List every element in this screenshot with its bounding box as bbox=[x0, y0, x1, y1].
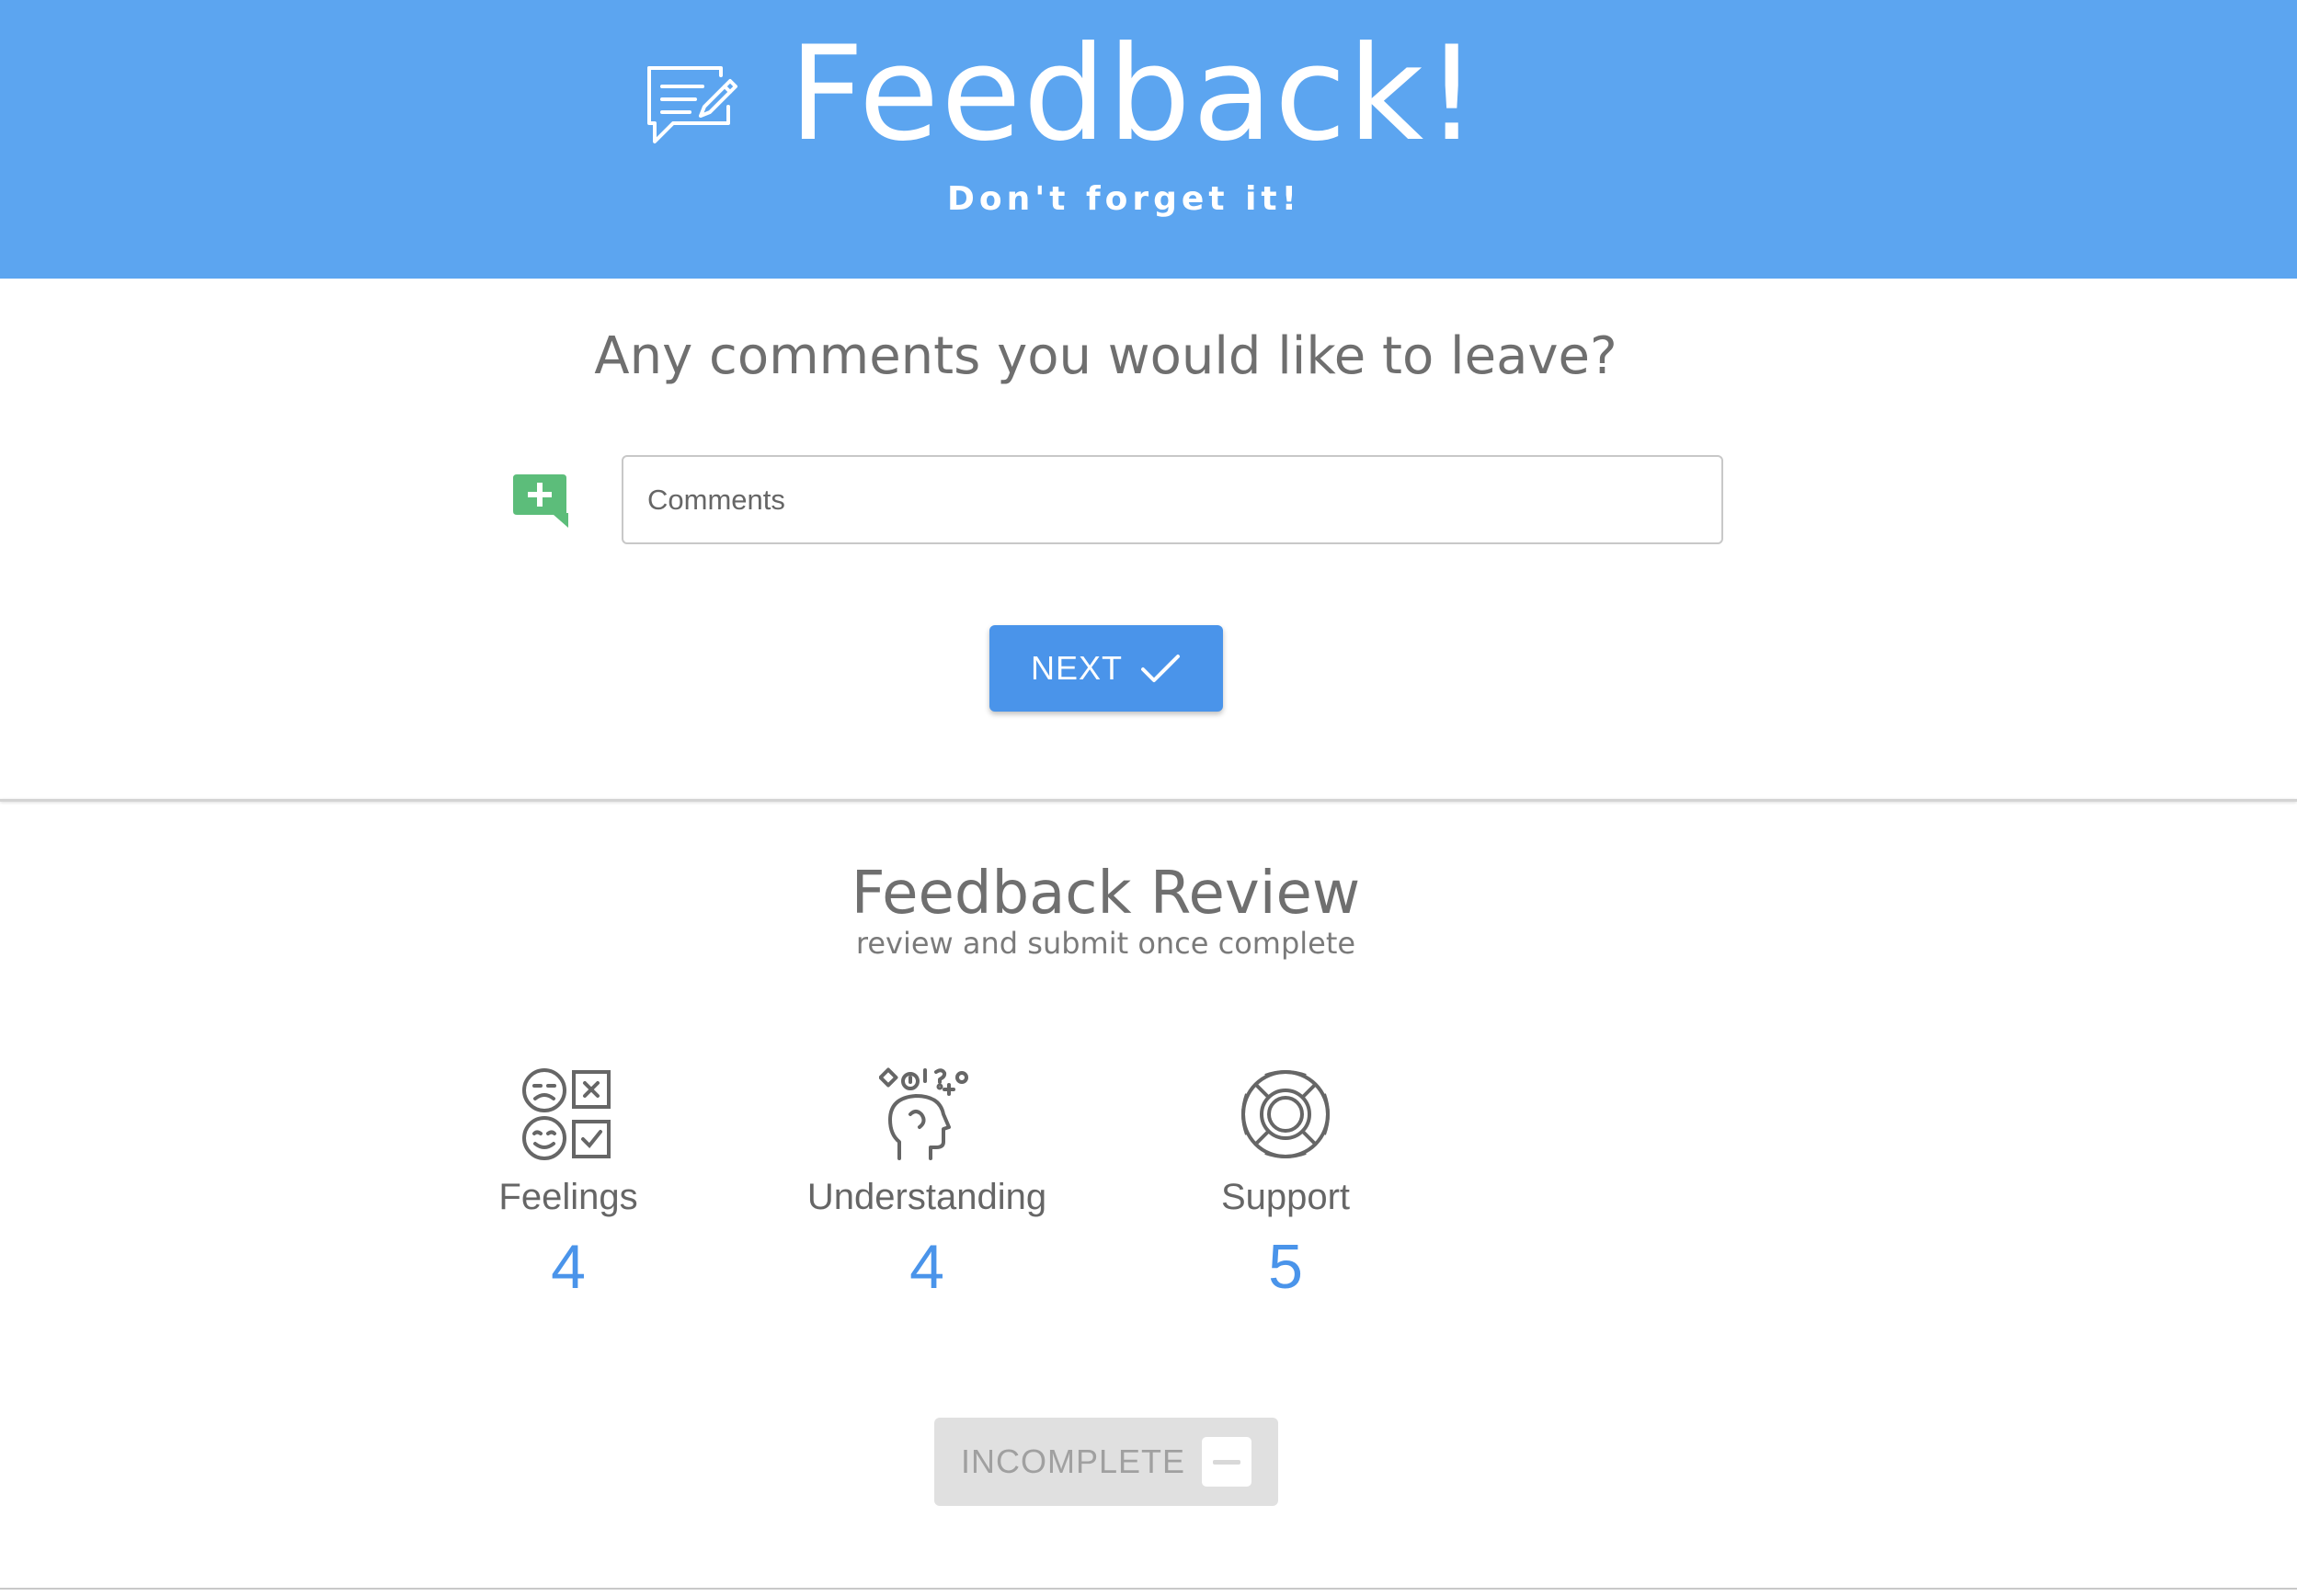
feelings-icon bbox=[522, 1068, 611, 1160]
submit-incomplete-button[interactable]: INCOMPLETE bbox=[934, 1418, 1278, 1506]
lifebuoy-icon bbox=[1241, 1070, 1330, 1158]
next-button[interactable]: NEXT bbox=[989, 625, 1223, 712]
metric-value: 4 bbox=[909, 1232, 944, 1302]
incomplete-label: INCOMPLETE bbox=[960, 1442, 1186, 1480]
app-header: Feedback! Don't forget it! bbox=[0, 0, 2297, 279]
bottom-divider bbox=[0, 1588, 2297, 1590]
minus-box-icon bbox=[1202, 1437, 1252, 1487]
review-title: Feedback Review bbox=[851, 860, 1361, 928]
metric-feelings: Feelings 4 bbox=[412, 1066, 725, 1303]
app-title: Feedback! bbox=[789, 18, 1480, 170]
head-thinking-icon bbox=[879, 1067, 968, 1160]
metric-label: Support bbox=[1220, 1177, 1351, 1217]
step-question: Any comments you would like to leave? bbox=[594, 326, 1617, 386]
comments-input[interactable] bbox=[622, 455, 1723, 544]
section-divider bbox=[0, 799, 2297, 802]
metric-label: Understanding bbox=[806, 1177, 1047, 1217]
metric-support: Support 5 bbox=[1129, 1066, 1442, 1303]
add-comment-icon bbox=[513, 474, 568, 528]
next-button-label: NEXT bbox=[1030, 649, 1123, 687]
app-subtitle: Don't forget it! bbox=[947, 180, 1302, 218]
check-icon bbox=[1141, 655, 1180, 682]
review-subtitle: review and submit once complete bbox=[855, 926, 1356, 961]
metric-understanding: Understanding 4 bbox=[771, 1066, 1083, 1303]
metric-value: 4 bbox=[551, 1232, 586, 1302]
metric-value: 5 bbox=[1268, 1232, 1303, 1302]
chat-edit-icon bbox=[647, 66, 737, 143]
metric-label: Feelings bbox=[498, 1177, 638, 1217]
